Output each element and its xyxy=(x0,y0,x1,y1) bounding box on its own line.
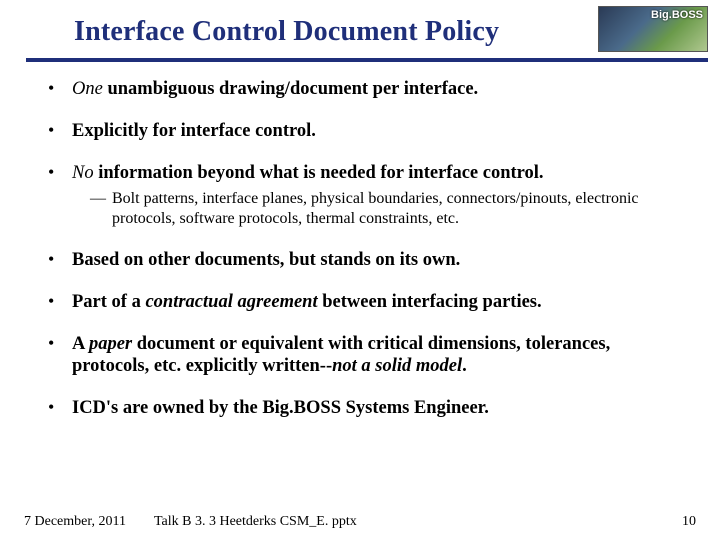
slide: Interface Control Document Policy Big.BO… xyxy=(0,0,720,540)
header: Interface Control Document Policy Big.BO… xyxy=(0,0,720,62)
footer-left: 7 December, 2011 Talk B 3. 3 Heetderks C… xyxy=(24,514,357,530)
bullet-item: Part of a contractual agreement between … xyxy=(46,291,692,313)
sub-bullet-item: Bolt patterns, interface planes, physica… xyxy=(90,189,692,229)
sub-bullet-list: Bolt patterns, interface planes, physica… xyxy=(90,189,692,229)
logo-text: Big.BOSS xyxy=(651,9,703,21)
bullet-item: No information beyond what is needed for… xyxy=(46,162,692,228)
bullet-item: Based on other documents, but stands on … xyxy=(46,249,692,271)
bullet-item: One unambiguous drawing/document per int… xyxy=(46,78,692,100)
bullet-text: A paper document or equivalent with crit… xyxy=(72,334,610,376)
footer-filename: Talk B 3. 3 Heetderks CSM_E. pptx xyxy=(154,514,357,530)
bullet-item: Explicitly for interface control. xyxy=(46,120,692,142)
logo-badge: Big.BOSS xyxy=(598,6,708,52)
bullet-text: Explicitly for interface control. xyxy=(72,121,316,141)
footer-date: 7 December, 2011 xyxy=(24,514,126,530)
bullet-text: ICD's are owned by the Big.BOSS Systems … xyxy=(72,398,489,418)
bullet-item: A paper document or equivalent with crit… xyxy=(46,333,692,377)
title-underline xyxy=(26,58,708,62)
bullet-text: Based on other documents, but stands on … xyxy=(72,250,460,270)
bullet-text: One unambiguous drawing/document per int… xyxy=(72,79,478,99)
bullet-list: One unambiguous drawing/document per int… xyxy=(46,78,692,420)
content-area: One unambiguous drawing/document per int… xyxy=(46,78,692,440)
page-number: 10 xyxy=(682,514,696,530)
sub-bullet-text: Bolt patterns, interface planes, physica… xyxy=(112,190,639,227)
bullet-item: ICD's are owned by the Big.BOSS Systems … xyxy=(46,397,692,419)
slide-title: Interface Control Document Policy xyxy=(74,16,499,48)
bullet-text: No information beyond what is needed for… xyxy=(72,163,544,183)
footer: 7 December, 2011 Talk B 3. 3 Heetderks C… xyxy=(24,514,696,530)
bullet-text: Part of a contractual agreement between … xyxy=(72,292,542,312)
